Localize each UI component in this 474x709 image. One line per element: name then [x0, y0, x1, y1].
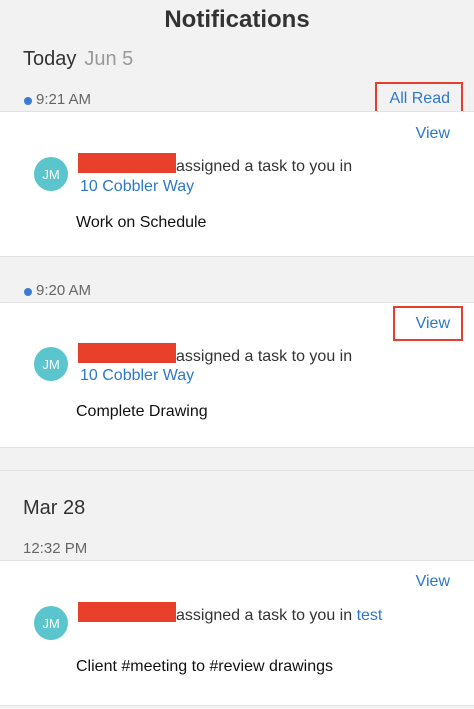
unread-dot-icon: [24, 97, 32, 105]
section-date: Jun 5: [84, 48, 134, 70]
view-button[interactable]: View: [416, 125, 450, 143]
page-title: Notifications: [164, 6, 310, 33]
notification-time-row: 12:32 PM: [0, 540, 474, 560]
notification-action-text: assigned a task to you in test: [176, 607, 382, 625]
notification-time: 12:32 PM: [23, 540, 88, 557]
notification-card[interactable]: View JM assigned a task to you in 10 Cob…: [0, 302, 474, 448]
avatar: JM: [34, 347, 68, 381]
project-link[interactable]: test: [357, 607, 383, 624]
unread-dot-icon: [24, 288, 32, 296]
redacted-name: [78, 153, 176, 173]
section-header-today: Today Jun 5: [23, 48, 133, 71]
project-link[interactable]: 10 Cobbler Way: [80, 367, 194, 385]
notification-action-text: assigned a task to you in: [176, 348, 353, 365]
task-title: Work on Schedule: [76, 214, 207, 231]
notification-action-label: assigned a task to you in: [176, 607, 353, 624]
notification-time-row: 9:20 AM: [0, 282, 474, 302]
section-heading: Today: [23, 48, 77, 70]
notifications-page: Notifications Today Jun 5 9:21 AM All Rea…: [0, 0, 474, 709]
notification-card[interactable]: View JM assigned a task to you in test C…: [0, 560, 474, 706]
notification-time: 9:20 AM: [36, 282, 92, 299]
redacted-name: [78, 343, 176, 363]
task-title: Client #meeting to #review drawings: [76, 658, 334, 675]
project-link[interactable]: 10 Cobbler Way: [80, 178, 194, 196]
section-heading: Mar 28: [23, 497, 86, 519]
section-divider: [0, 470, 474, 471]
avatar: JM: [34, 157, 68, 191]
view-button[interactable]: View: [416, 573, 450, 591]
task-title: Complete Drawing: [76, 403, 208, 420]
section-header-mar28: Mar 28: [23, 497, 85, 520]
notification-action-text: assigned a task to you in: [176, 158, 353, 175]
all-read-button[interactable]: All Read: [390, 90, 450, 108]
view-button[interactable]: View: [416, 315, 450, 333]
avatar: JM: [34, 606, 68, 640]
notification-time: 9:21 AM: [36, 91, 92, 108]
redacted-name: [78, 602, 176, 622]
notification-card[interactable]: View JM assigned a task to you in 10 Cob…: [0, 111, 474, 257]
